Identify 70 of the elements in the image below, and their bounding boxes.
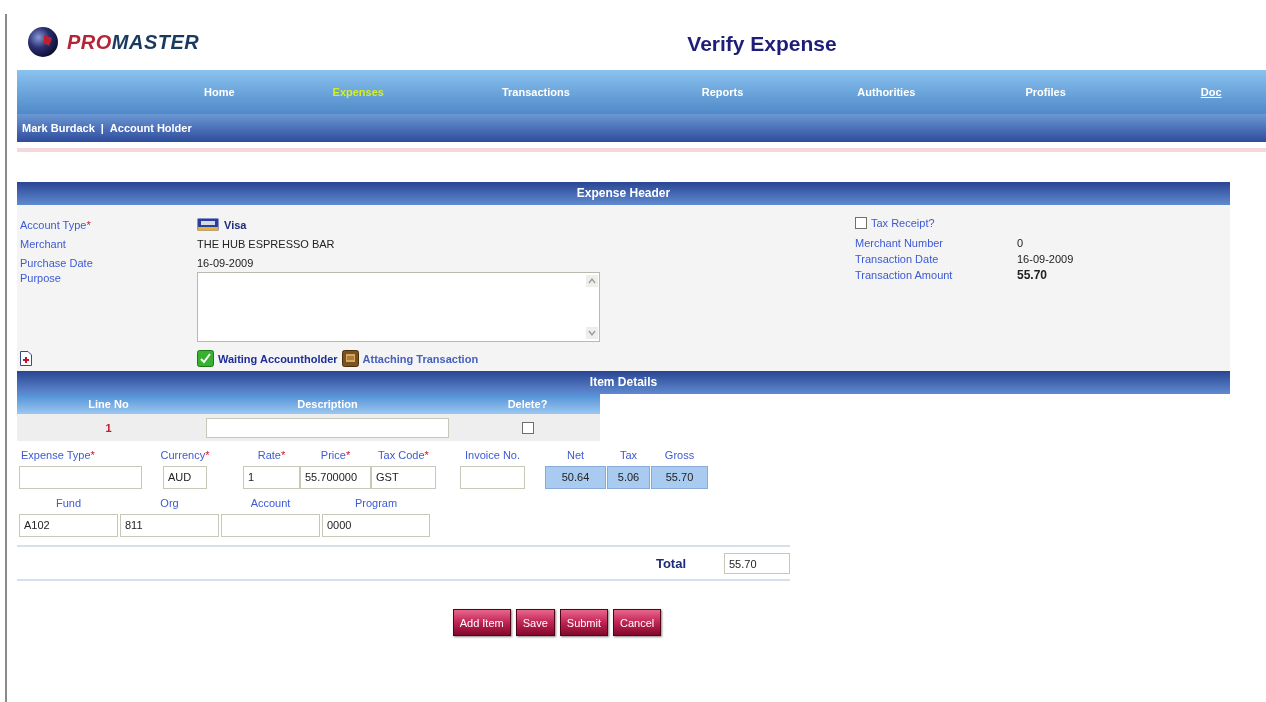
column-header: Description <box>296 398 359 410</box>
checkbox-label: Tax Receipt? <box>871 217 935 229</box>
action-button[interactable]: Save <box>515 609 555 636</box>
input-field[interactable]: 811 <box>120 514 219 537</box>
field-label: Net <box>566 448 585 463</box>
input-field[interactable] <box>19 466 142 489</box>
field-label: Purchase Date <box>20 256 94 269</box>
field-label: Tax <box>619 448 638 463</box>
line-number: 1 <box>104 421 113 434</box>
action-button[interactable]: Cancel <box>613 609 662 636</box>
attachment-icon <box>341 350 359 367</box>
description-field[interactable] <box>206 417 449 438</box>
input-field[interactable]: 55.700000 <box>300 466 371 489</box>
amount-field: 5.06 <box>607 466 650 489</box>
input-field[interactable]: A102 <box>19 514 118 537</box>
field-label: Purpose <box>20 272 62 284</box>
amount-field: 50.64 <box>545 466 606 489</box>
logo-text: PROMASTER <box>67 30 200 54</box>
user-role: Account Holder <box>109 122 192 134</box>
section-header: Item Details <box>17 371 1230 394</box>
field-label: Merchant <box>20 237 67 250</box>
scroll-down-icon <box>586 327 598 339</box>
input-field[interactable]: 1 <box>243 466 300 489</box>
column-header: Delete? <box>506 398 549 410</box>
action-button[interactable]: Add Item <box>452 609 511 636</box>
field-label: Program <box>354 496 398 511</box>
field-value: 16-09-2009 <box>197 256 254 269</box>
field-label: Invoice No. <box>465 448 520 463</box>
field-label: Transaction Date <box>855 253 940 265</box>
checkmark-icon <box>197 350 214 367</box>
amount-field: 55.70 <box>651 466 708 489</box>
field-label: Tax Code* <box>378 448 429 463</box>
input-field[interactable] <box>460 466 525 489</box>
field-value: 16-09-2009 <box>1017 253 1074 265</box>
field-value: 0 <box>1017 237 1024 249</box>
total-label: Total <box>655 555 686 571</box>
credit-card-icon <box>197 218 219 231</box>
field-label: Transaction Amount <box>855 269 954 281</box>
status-label: Attaching Transaction <box>362 352 479 365</box>
input-field[interactable]: GST <box>371 466 436 489</box>
account-type-value: Visa <box>224 218 247 231</box>
field-label: Currency* <box>160 448 210 463</box>
field-label: Merchant Number <box>855 237 945 249</box>
field-label: Fund <box>55 496 82 511</box>
section-header: Expense Header <box>17 182 1230 205</box>
purpose-field[interactable] <box>197 272 600 342</box>
scroll-up-icon <box>586 275 598 287</box>
input-field[interactable]: AUD <box>163 466 207 489</box>
field-label: Org <box>160 496 179 511</box>
field-label: Expense Type* <box>20 448 95 463</box>
globe-logo-icon <box>27 26 59 58</box>
user-name: Mark Burdack <box>22 122 95 134</box>
action-button[interactable]: Submit <box>559 609 609 636</box>
field-value: THE HUB ESPRESSO BAR <box>197 237 335 250</box>
total-field[interactable]: 55.70 <box>724 552 790 574</box>
field-label: Gross <box>664 448 695 463</box>
page-title: Verify Expense <box>687 32 837 56</box>
input-field[interactable]: 0000 <box>322 514 430 537</box>
field-label: Rate* <box>257 448 286 463</box>
field-label: Account Type* <box>20 218 92 231</box>
field-label: Price* <box>320 448 351 463</box>
add-document-icon <box>20 351 32 366</box>
field-label: Account <box>250 496 291 511</box>
checkbox[interactable] <box>855 217 867 229</box>
status-label: Waiting Accountholder <box>218 352 338 365</box>
checkbox[interactable] <box>521 421 534 434</box>
field-value: 55.70 <box>1017 268 1048 282</box>
column-header: Line No <box>87 398 130 410</box>
separator: | <box>100 122 104 134</box>
input-field[interactable] <box>221 514 320 537</box>
